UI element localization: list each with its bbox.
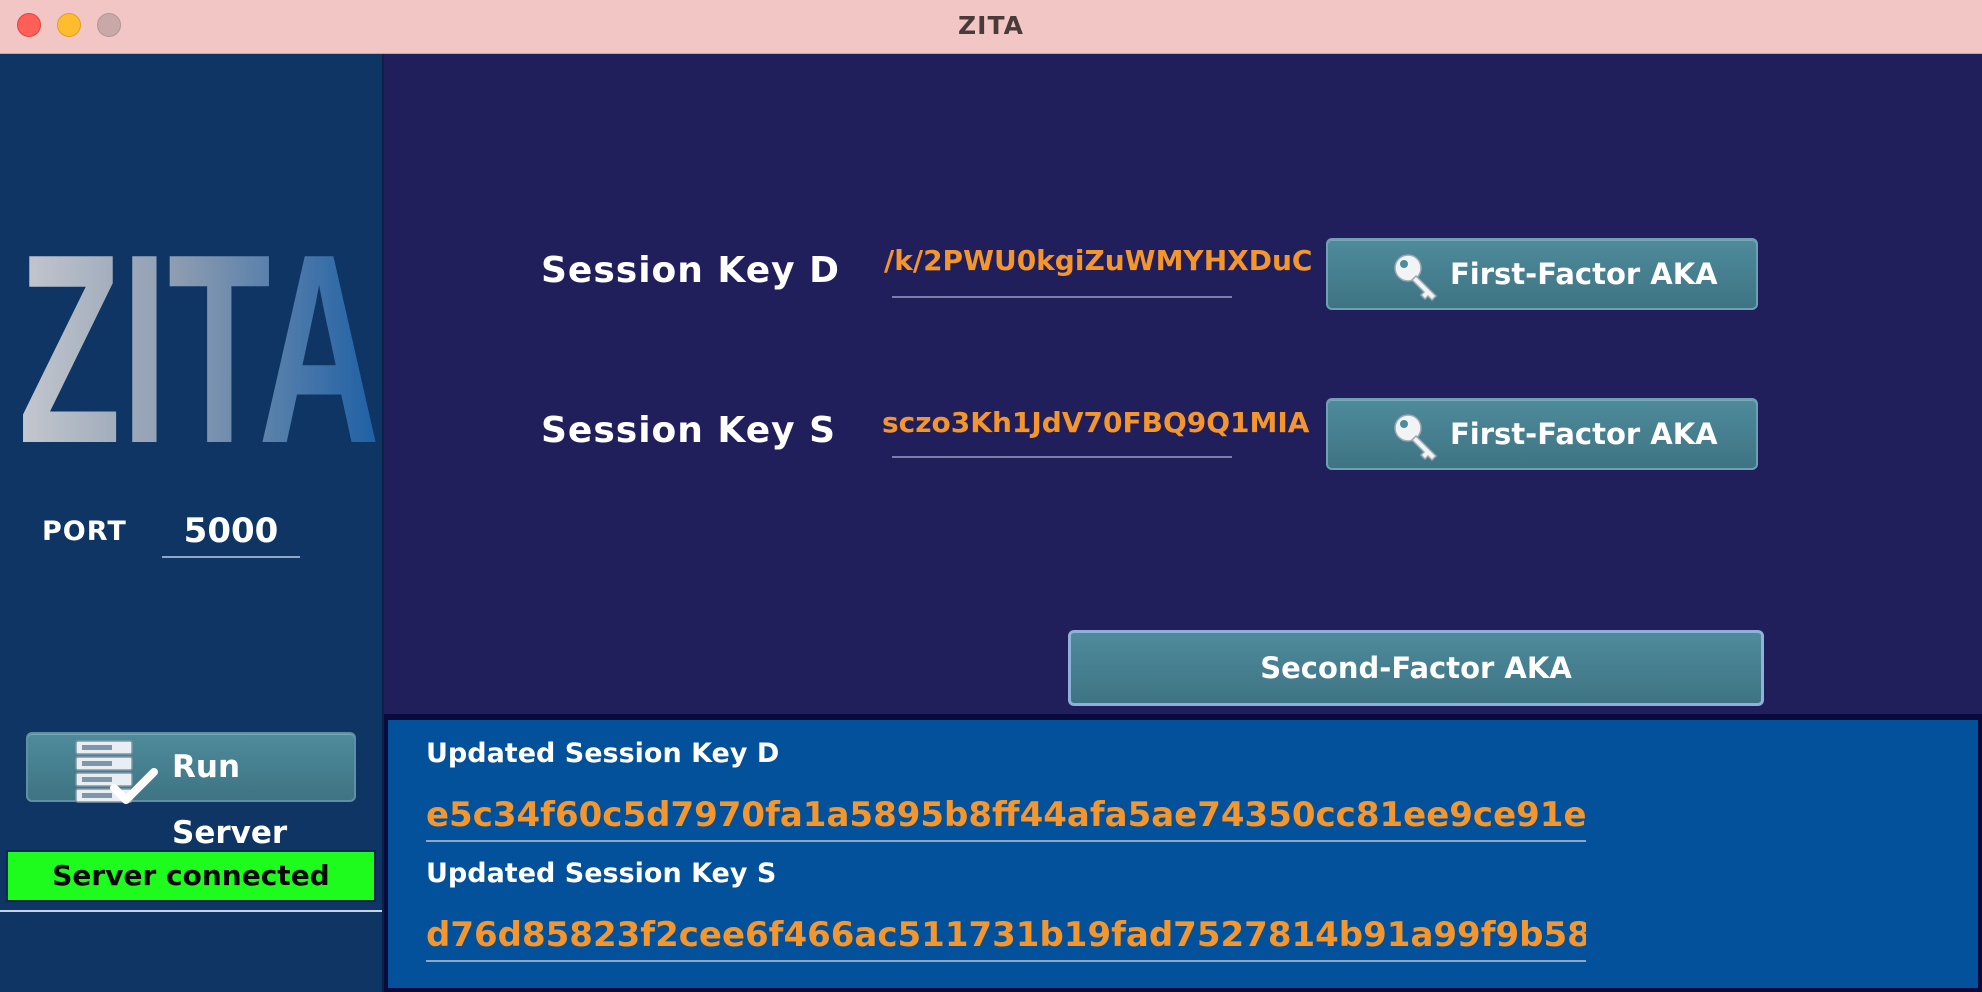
title-bar: ZITA xyxy=(0,0,1982,54)
server-status-badge: Server connected xyxy=(6,850,376,902)
session-key-s-value: sczo3Kh1JdV70FBQ9Q1MIA xyxy=(882,406,1310,439)
logo-text: ZITA xyxy=(18,199,380,464)
key-icon xyxy=(1394,254,1438,302)
window-title: ZITA xyxy=(958,11,1024,40)
first-factor-aka-d-button[interactable]: First-Factor AKA xyxy=(1326,238,1758,310)
session-key-d-label: Session Key D xyxy=(541,250,840,291)
server-icon xyxy=(75,740,158,804)
results-panel-inner: Updated Session Key D e5c34f60c5d7970fa1… xyxy=(388,720,1978,988)
first-factor-aka-s-button[interactable]: First-Factor AKA xyxy=(1326,398,1758,470)
sidebar: ZITA PORT 5000 Run Server Server connect… xyxy=(0,54,384,992)
session-key-s-label: Session Key S xyxy=(541,410,837,451)
run-server-button[interactable]: Run Server xyxy=(26,732,356,851)
updated-session-key-s-field[interactable]: d76d85823f2cee6f466ac511731b19fad7527814… xyxy=(426,912,1586,962)
updated-session-key-d-field[interactable]: e5c34f60c5d7970fa1a5895b8ff44afa5ae74350… xyxy=(426,792,1586,842)
key-icon xyxy=(1394,414,1438,462)
port-label: PORT xyxy=(42,516,127,547)
run-server-label: Run Server xyxy=(172,749,288,851)
updated-session-key-d-label: Updated Session Key D xyxy=(426,738,780,769)
first-factor-aka-d-label: First-Factor AKA xyxy=(1450,257,1718,291)
sidebar-divider xyxy=(0,910,382,912)
app-window: ZITA ZITA PORT 5000 Run Server Server co… xyxy=(0,0,1982,992)
updated-session-key-s-label: Updated Session Key S xyxy=(426,858,777,889)
port-input[interactable]: 5000 xyxy=(162,506,300,558)
first-factor-aka-s-label: First-Factor AKA xyxy=(1450,417,1718,451)
results-panel: Updated Session Key D e5c34f60c5d7970fa1… xyxy=(384,714,1982,992)
second-factor-aka-button[interactable]: Second-Factor AKA xyxy=(1068,630,1764,706)
main-panel: Session Key D /k/2PWU0kgiZuWMYHXDuC Firs… xyxy=(384,54,1982,714)
zita-logo: ZITA xyxy=(18,199,380,464)
session-key-d-value: /k/2PWU0kgiZuWMYHXDuC xyxy=(884,244,1313,277)
